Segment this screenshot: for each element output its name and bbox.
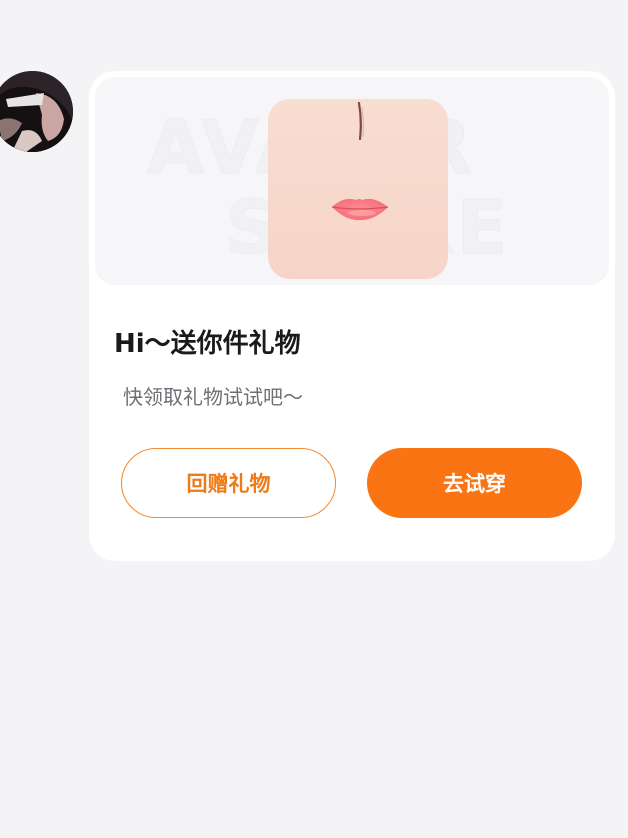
try-on-button[interactable]: 去试穿 xyxy=(367,448,582,518)
face-illustration xyxy=(331,101,389,221)
makeup-face-icon[interactable] xyxy=(268,99,448,279)
card-subtitle: 快领取礼物试试吧～ xyxy=(123,385,303,409)
gift-banner: AVATAR STORE xyxy=(95,77,609,285)
return-gift-button[interactable]: 回赠礼物 xyxy=(121,448,336,518)
user-avatar[interactable] xyxy=(0,71,73,152)
card-title: Hi～送你件礼物 xyxy=(114,329,301,359)
user-avatar-icon xyxy=(0,71,73,152)
gift-message-card: AVATAR STORE Hi～送你件礼物 快领取礼物试试吧～ 回赠礼物 去试穿 xyxy=(89,71,615,561)
